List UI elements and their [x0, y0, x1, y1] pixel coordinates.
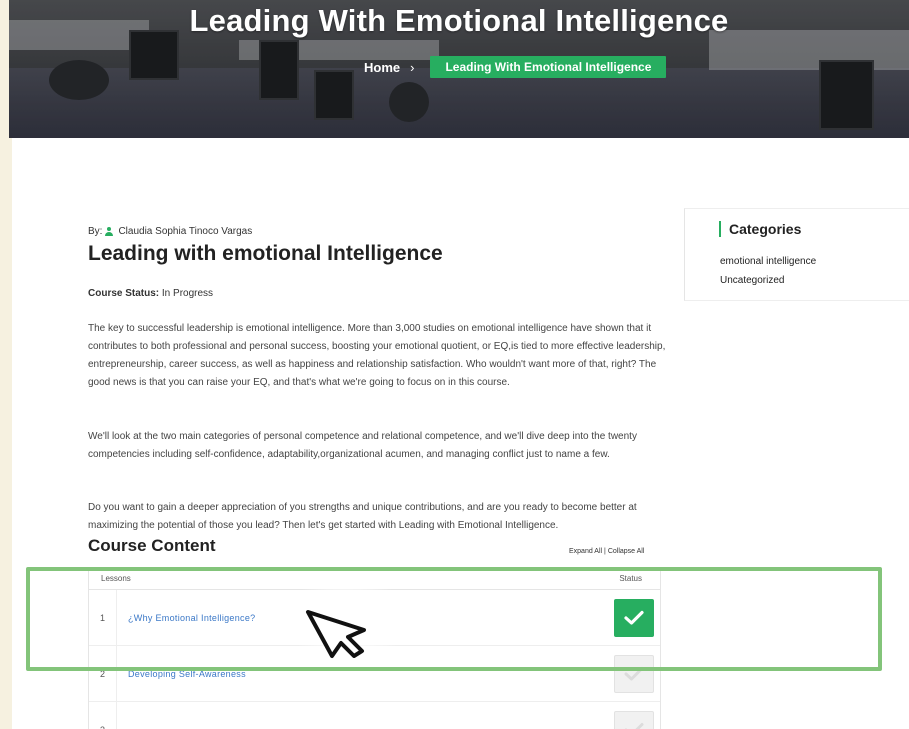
course-description-paragraph: We'll look at the two main categories of… — [88, 431, 637, 460]
lesson-status — [608, 710, 660, 729]
expand-collapse-controls: Expand All | Collapse All — [569, 548, 644, 555]
categories-title: Categories — [719, 221, 801, 237]
course-description-paragraph: The key to successful leadership is emot… — [88, 323, 666, 388]
user-icon — [105, 227, 114, 236]
author-link[interactable]: Claudia Sophia Tinoco Vargas — [118, 226, 252, 237]
lesson-number: 3 — [89, 702, 117, 729]
expand-all-link[interactable]: Expand All — [569, 548, 602, 555]
category-link[interactable]: emotional intelligence — [720, 256, 816, 267]
breadcrumb-current: Leading With Emotional Intelligence — [430, 56, 667, 78]
cursor-arrow-icon — [306, 610, 366, 658]
page-title: Leading With Emotional Intelligence — [189, 3, 729, 38]
course-description-paragraph: Do you want to gain a deeper appreciatio… — [88, 502, 637, 531]
course-byline: By: Claudia Sophia Tinoco Vargas — [88, 226, 252, 237]
breadcrumb-separator: › — [410, 59, 415, 75]
lesson-row: 3 — [89, 702, 660, 729]
course-status: Course Status: In Progress — [88, 288, 213, 299]
breadcrumb: Home › Leading With Emotional Intelligen… — [364, 56, 667, 78]
breadcrumb-home-link[interactable]: Home — [364, 60, 400, 75]
expand-collapse-divider: | — [604, 548, 606, 555]
course-title: Leading with emotional Intelligence — [88, 242, 443, 265]
course-content-title: Course Content — [88, 536, 216, 555]
hero-banner: Leading With Emotional Intelligence Home… — [9, 0, 909, 138]
course-status-label: Course Status: — [88, 288, 160, 299]
by-label: By: — [88, 226, 103, 237]
collapse-all-link[interactable]: Collapse All — [608, 548, 645, 555]
highlight-box — [26, 567, 882, 671]
category-link[interactable]: Uncategorized — [720, 275, 784, 286]
categories-widget: Categories emotional intelligence Uncate… — [684, 208, 909, 301]
course-status-value: In Progress — [161, 288, 214, 299]
pending-check-icon — [614, 710, 654, 729]
